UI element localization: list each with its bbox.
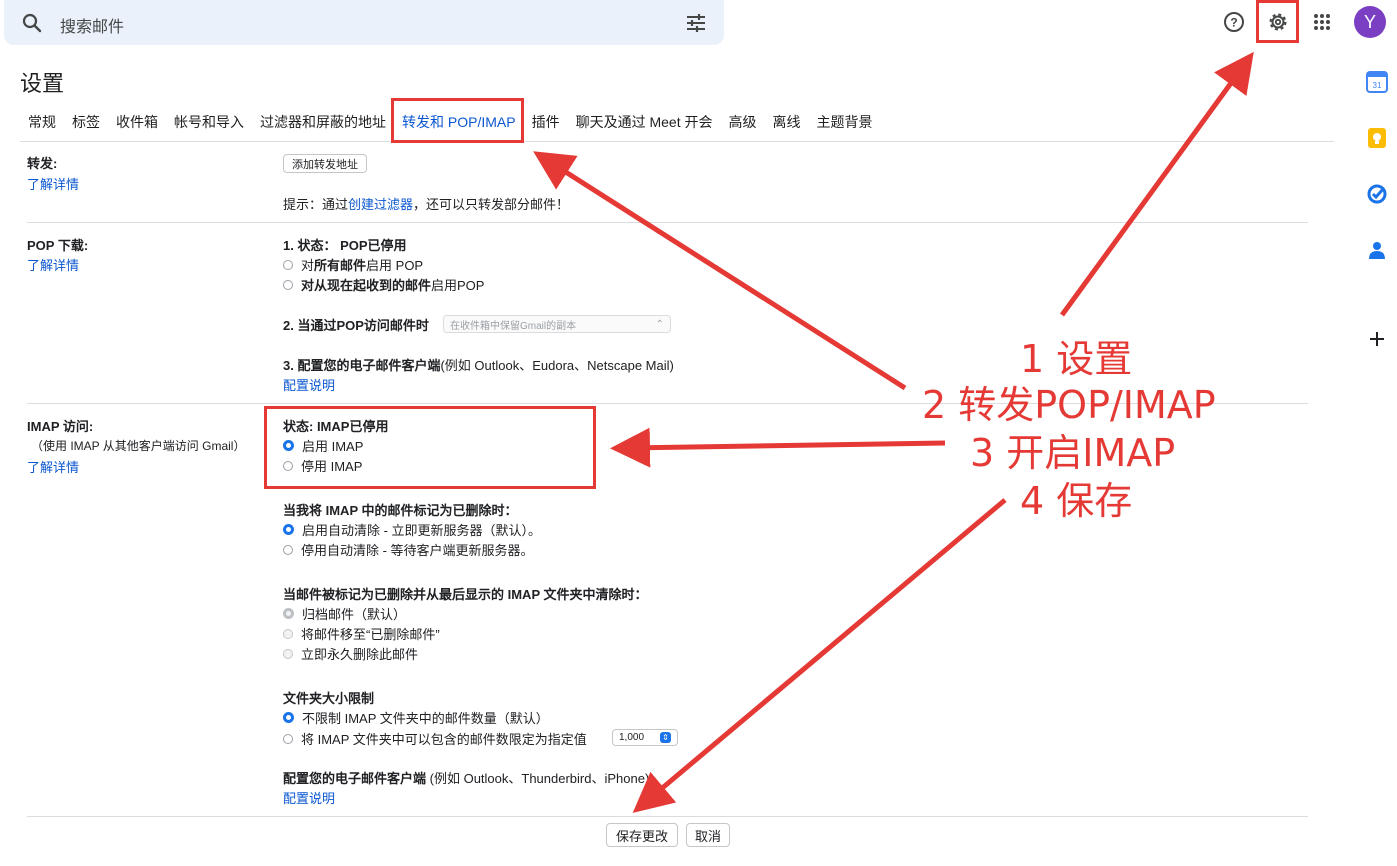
arrow-to-tab [533, 151, 907, 391]
annotation-arrows [533, 51, 1254, 813]
arrow-to-settings [1059, 51, 1254, 317]
arrow-to-save [632, 498, 1007, 813]
annotation-step4: 4 保存 [1020, 479, 1133, 523]
annotation-step2: 2 转发POP/IMAP [922, 383, 1216, 427]
annotation-step3: 3 开启IMAP [970, 431, 1176, 475]
arrow-to-imap [610, 427, 946, 468]
